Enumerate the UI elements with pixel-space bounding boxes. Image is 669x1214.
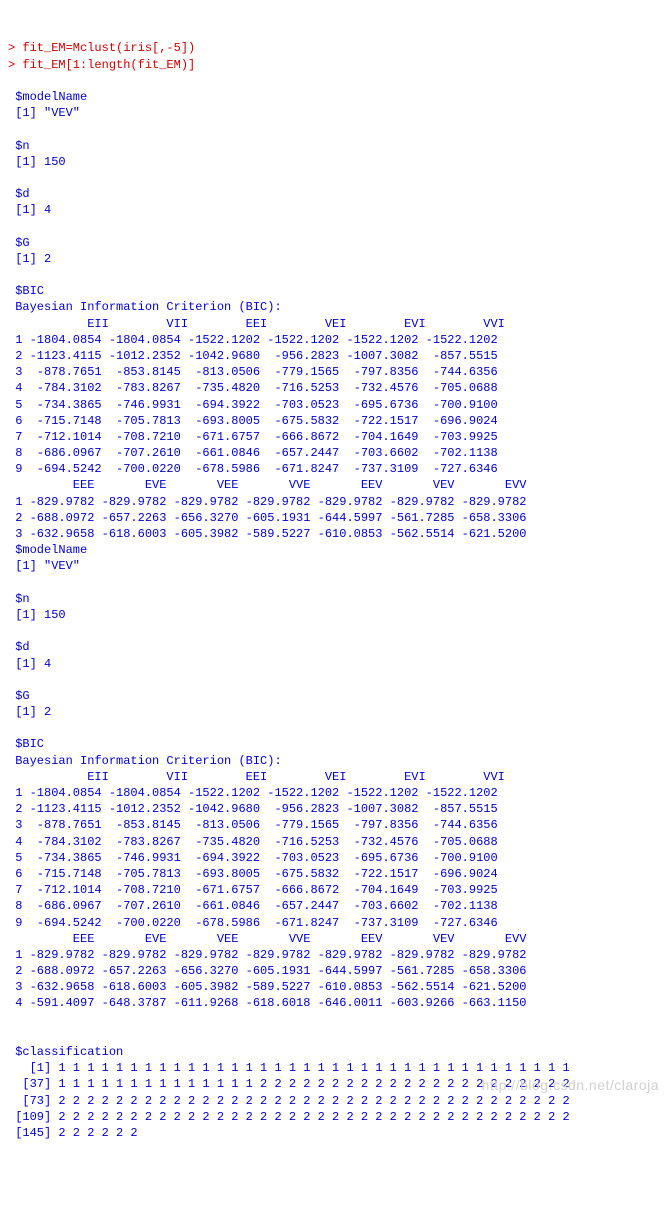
bic-row: 3 -632.9658 -618.6003 -605.3982 -589.522… <box>8 527 526 541</box>
bic-row: 1 -829.9782 -829.9782 -829.9782 -829.978… <box>8 495 526 509</box>
bic-row: 4 -591.4097 -648.3787 -611.9268 -618.601… <box>8 996 526 1010</box>
bic-row: 2 -1123.4115 -1012.2352 -1042.9680 -956.… <box>8 349 498 363</box>
bic-header: $BIC <box>8 737 44 751</box>
bic-row: 9 -694.5242 -700.0220 -678.5986 -671.824… <box>8 916 498 930</box>
classification-header: $classification <box>8 1045 123 1059</box>
bic-row: 9 -694.5242 -700.0220 -678.5986 -671.824… <box>8 462 498 476</box>
bic-row: 1 -1804.0854 -1804.0854 -1522.1202 -1522… <box>8 333 498 347</box>
bic-row: 1 -1804.0854 -1804.0854 -1522.1202 -1522… <box>8 786 498 800</box>
bic-colhdr-1: EII VII EEI VEI EVI VVI <box>8 770 505 784</box>
bic-row: 2 -1123.4115 -1012.2352 -1042.9680 -956.… <box>8 802 498 816</box>
g-value: [1] 2 <box>8 705 51 719</box>
n-header: $n <box>8 139 30 153</box>
d-value: [1] 4 <box>8 657 51 671</box>
n-value: [1] 150 <box>8 155 66 169</box>
bic-row: 3 -878.7651 -853.8145 -813.0506 -779.156… <box>8 365 498 379</box>
bic-title: Bayesian Information Criterion (BIC): <box>8 300 282 314</box>
d-header: $d <box>8 187 30 201</box>
bic-row: 1 -829.9782 -829.9782 -829.9782 -829.978… <box>8 948 526 962</box>
command-line-1: > fit_EM=Mclust(iris[,-5]) <box>8 41 195 55</box>
bic-row: 7 -712.1014 -708.7210 -671.6757 -666.867… <box>8 883 498 897</box>
bic-header: $BIC <box>8 284 44 298</box>
bic-row: 5 -734.3865 -746.9931 -694.3922 -703.052… <box>8 851 498 865</box>
bic-row: 5 -734.3865 -746.9931 -694.3922 -703.052… <box>8 398 498 412</box>
bic-colhdr-2: EEE EVE VEE VVE EEV VEV EVV <box>8 478 526 492</box>
bic-title: Bayesian Information Criterion (BIC): <box>8 754 282 768</box>
bic-row: 4 -784.3102 -783.8267 -735.4820 -716.525… <box>8 381 498 395</box>
d-header: $d <box>8 640 30 654</box>
bic-row: 8 -686.0967 -707.2610 -661.0846 -657.244… <box>8 446 498 460</box>
bic-row: 3 -878.7651 -853.8145 -813.0506 -779.156… <box>8 818 498 832</box>
modelname-header: $modelName <box>8 90 87 104</box>
watermark: http://blog.csdn.net/claroja <box>482 1076 659 1095</box>
d-value: [1] 4 <box>8 203 51 217</box>
bic-row: 7 -712.1014 -708.7210 -671.6757 -666.867… <box>8 430 498 444</box>
bic-row: 2 -688.0972 -657.2263 -656.3270 -605.193… <box>8 964 526 978</box>
classification-row: [145] 2 2 2 2 2 2 <box>8 1126 138 1140</box>
bic-row: 8 -686.0967 -707.2610 -661.0846 -657.244… <box>8 899 498 913</box>
n-value: [1] 150 <box>8 608 66 622</box>
command-line-2: > fit_EM[1:length(fit_EM)] <box>8 58 195 72</box>
g-header: $G <box>8 236 30 250</box>
bic-row: 2 -688.0972 -657.2263 -656.3270 -605.193… <box>8 511 526 525</box>
classification-row: [109] 2 2 2 2 2 2 2 2 2 2 2 2 2 2 2 2 2 … <box>8 1110 570 1124</box>
bic-row: 4 -784.3102 -783.8267 -735.4820 -716.525… <box>8 835 498 849</box>
g-header: $G <box>8 689 30 703</box>
modelname-value: [1] "VEV" <box>8 559 80 573</box>
n-header: $n <box>8 592 30 606</box>
modelname-header: $modelName <box>8 543 87 557</box>
bic-colhdr-1: EII VII EEI VEI EVI VVI <box>8 317 505 331</box>
modelname-value: [1] "VEV" <box>8 106 80 120</box>
bic-row: 3 -632.9658 -618.6003 -605.3982 -589.522… <box>8 980 526 994</box>
bic-row: 6 -715.7148 -705.7813 -693.8005 -675.583… <box>8 414 498 428</box>
g-value: [1] 2 <box>8 252 51 266</box>
classification-row: [1] 1 1 1 1 1 1 1 1 1 1 1 1 1 1 1 1 1 1 … <box>8 1061 570 1075</box>
bic-colhdr-2: EEE EVE VEE VVE EEV VEV EVV <box>8 932 526 946</box>
bic-row: 6 -715.7148 -705.7813 -693.8005 -675.583… <box>8 867 498 881</box>
